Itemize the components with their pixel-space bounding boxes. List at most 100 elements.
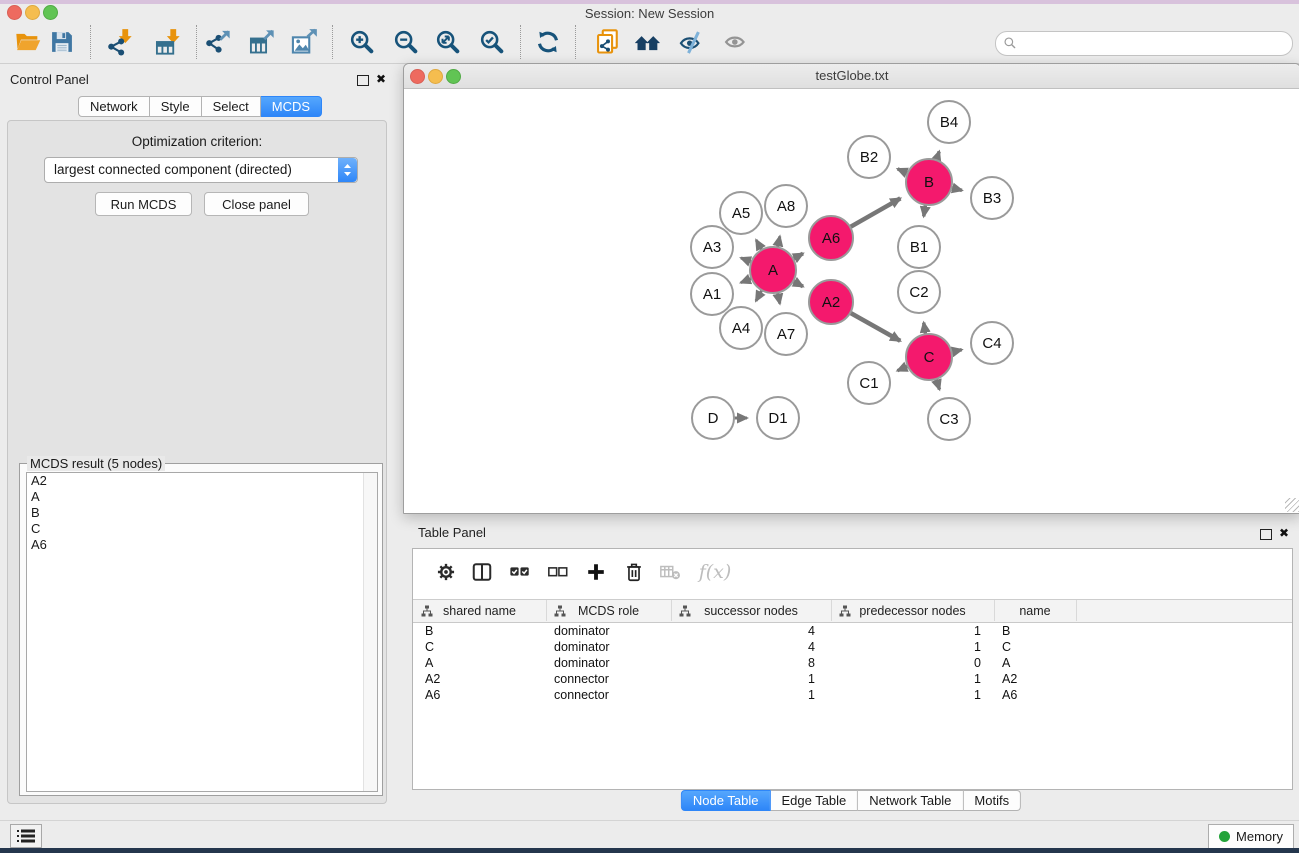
- edge-A6-B[interactable]: [851, 198, 901, 226]
- column-header-predecessor-nodes[interactable]: predecessor nodes: [831, 600, 995, 621]
- window-resize-grip[interactable]: [1285, 498, 1299, 512]
- zoom-selected-button[interactable]: [477, 27, 507, 57]
- table-row[interactable]: Adominator80A: [413, 655, 1292, 671]
- add-column-button[interactable]: [583, 559, 609, 585]
- column-label: predecessor nodes: [859, 604, 965, 618]
- edge-B-B3[interactable]: [952, 188, 962, 191]
- edge-B-B2[interactable]: [898, 169, 908, 173]
- two-houses-icon: [634, 28, 662, 56]
- table-row[interactable]: A2connector11A2: [413, 671, 1292, 687]
- show-column-button[interactable]: [469, 559, 495, 585]
- task-history-button[interactable]: [10, 824, 42, 848]
- close-panel-button[interactable]: Close panel: [204, 192, 309, 216]
- table-row[interactable]: Cdominator41C: [413, 639, 1292, 655]
- edge-A-A4[interactable]: [756, 291, 762, 301]
- mcds-result-item[interactable]: A: [27, 489, 377, 505]
- float-panel-icon[interactable]: [357, 75, 369, 86]
- gear-icon: [435, 561, 457, 583]
- column-header-name[interactable]: name: [994, 600, 1077, 621]
- control-panel: Control Panel ✖ Network Style Select MCD…: [0, 63, 395, 815]
- edge-A-A7[interactable]: [778, 293, 780, 304]
- unselect-all-rows-button[interactable]: [545, 559, 571, 585]
- export-table-button[interactable]: [247, 27, 277, 57]
- edge-A-A6[interactable]: [794, 253, 803, 258]
- import-network-button[interactable]: [105, 27, 135, 57]
- zoom-out-button[interactable]: [391, 27, 421, 57]
- column-label: shared name: [443, 604, 516, 618]
- float-table-panel-icon[interactable]: [1260, 529, 1272, 540]
- tab-network-table[interactable]: Network Table: [858, 790, 963, 811]
- edge-B-B1[interactable]: [924, 205, 926, 216]
- select-all-rows-button[interactable]: [507, 559, 533, 585]
- export-network-button[interactable]: [203, 27, 233, 57]
- column-label: name: [1019, 604, 1050, 618]
- table-row[interactable]: A6connector11A6: [413, 687, 1292, 703]
- node-label-A1: A1: [703, 286, 721, 303]
- mcds-result-list[interactable]: A2ABCA6: [26, 472, 378, 792]
- toolbar-separator: [520, 25, 521, 59]
- edge-C-C1[interactable]: [897, 366, 907, 370]
- table-settings-button[interactable]: [433, 559, 459, 585]
- close-panel-icon[interactable]: ✖: [376, 73, 386, 85]
- mcds-result-item[interactable]: C: [27, 521, 377, 537]
- edge-C-C2[interactable]: [924, 323, 926, 334]
- table-cell: A: [994, 655, 1084, 671]
- tab-motifs[interactable]: Motifs: [963, 790, 1021, 811]
- edge-B-B4[interactable]: [936, 151, 939, 159]
- node-label-B3: B3: [983, 190, 1001, 207]
- edge-C-C4[interactable]: [952, 350, 962, 352]
- open-file-button[interactable]: [13, 27, 43, 57]
- scrollbar-track[interactable]: [363, 473, 377, 791]
- mcds-result-item[interactable]: A2: [27, 473, 377, 489]
- edge-A-A3[interactable]: [741, 258, 751, 262]
- edge-A-A1[interactable]: [741, 279, 751, 283]
- edge-C-C3[interactable]: [936, 379, 939, 389]
- tab-node-table[interactable]: Node Table: [681, 790, 771, 811]
- close-table-panel-icon[interactable]: ✖: [1279, 527, 1289, 539]
- edge-A-A5[interactable]: [756, 240, 761, 249]
- function-builder-button[interactable]: f(x): [695, 559, 735, 585]
- refresh-view-button[interactable]: [533, 27, 563, 57]
- zoom-fit-button[interactable]: [433, 27, 463, 57]
- hide-selected-button[interactable]: [677, 27, 707, 57]
- delete-table-icon: [659, 561, 681, 583]
- table-row[interactable]: Bdominator41B: [413, 623, 1292, 639]
- export-image-button[interactable]: [289, 27, 319, 57]
- delete-table-button[interactable]: [657, 559, 683, 585]
- search-box[interactable]: [995, 31, 1293, 56]
- save-session-button[interactable]: [47, 27, 77, 57]
- column-header-mcds-role[interactable]: MCDS role: [546, 600, 672, 621]
- tab-select[interactable]: Select: [202, 96, 261, 117]
- import-table-button[interactable]: [153, 27, 183, 57]
- memory-label: Memory: [1236, 829, 1283, 844]
- duplicate-network-button[interactable]: [593, 27, 623, 57]
- edge-A-A2[interactable]: [794, 281, 803, 286]
- mcds-result-item[interactable]: B: [27, 505, 377, 521]
- checked-boxes-icon: [509, 561, 531, 583]
- show-all-button[interactable]: [721, 27, 751, 57]
- edge-A2-C[interactable]: [851, 313, 901, 341]
- delete-column-button[interactable]: [621, 559, 647, 585]
- run-mcds-button[interactable]: Run MCDS: [95, 192, 192, 216]
- first-neighbors-button[interactable]: [633, 27, 663, 57]
- network-window-titlebar[interactable]: testGlobe.txt: [404, 64, 1299, 89]
- column-header-shared-name[interactable]: shared name: [413, 600, 547, 621]
- column-header-successor-nodes[interactable]: successor nodes: [671, 600, 832, 621]
- tab-network[interactable]: Network: [78, 96, 150, 117]
- criterion-selected-value: largest connected component (directed): [54, 162, 292, 177]
- mcds-result-item[interactable]: A6: [27, 537, 377, 553]
- tab-edge-table[interactable]: Edge Table: [770, 790, 858, 811]
- zoom-in-button[interactable]: [347, 27, 377, 57]
- network-canvas[interactable]: AA1A2A3A4A5A6A7A8BB1B2B3B4CC1C2C3C4DD1: [405, 89, 1298, 511]
- criterion-select[interactable]: largest connected component (directed): [44, 157, 358, 183]
- memory-button[interactable]: Memory: [1208, 824, 1294, 849]
- search-input[interactable]: [1021, 33, 1285, 54]
- main-toolbar: [0, 22, 1299, 64]
- node-label-B4: B4: [940, 114, 958, 131]
- network-graph[interactable]: AA1A2A3A4A5A6A7A8BB1B2B3B4CC1C2C3C4DD1: [405, 89, 1298, 511]
- edge-A-A8[interactable]: [778, 236, 780, 247]
- eye-slash-icon: [678, 28, 706, 56]
- node-label-D: D: [708, 410, 719, 427]
- tab-style[interactable]: Style: [150, 96, 202, 117]
- tab-mcds[interactable]: MCDS: [261, 96, 322, 117]
